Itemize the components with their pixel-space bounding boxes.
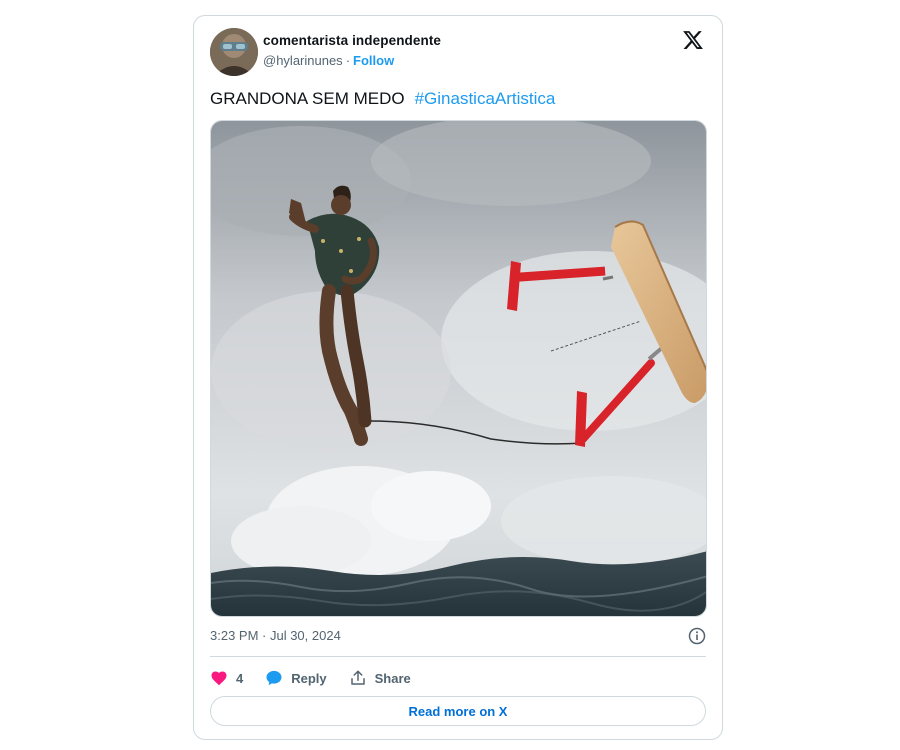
tweet-actions: 4 Reply Share xyxy=(210,666,433,690)
divider xyxy=(210,656,706,657)
author-name[interactable]: comentarista independente xyxy=(263,33,441,48)
share-icon xyxy=(350,670,365,685)
tweet-body: GRANDONA SEM MEDO xyxy=(210,89,405,108)
reply-button[interactable]: Reply xyxy=(265,669,327,687)
handle-separator: · xyxy=(345,53,351,68)
author-handle[interactable]: @hylarinunes xyxy=(263,53,343,68)
reply-label: Reply xyxy=(291,670,327,686)
info-icon[interactable] xyxy=(688,627,706,645)
tweet-media-image[interactable] xyxy=(210,120,707,617)
share-button[interactable]: Share xyxy=(349,669,411,687)
heart-icon xyxy=(211,671,227,686)
embedded-tweet-card: comentarista independente @hylarinunes · F… xyxy=(193,15,723,740)
x-logo-icon[interactable] xyxy=(682,29,706,53)
like-count: 4 xyxy=(236,670,244,686)
follow-button[interactable]: Follow xyxy=(353,53,394,68)
tweet-text: GRANDONA SEM MEDO #GinasticaArtistica xyxy=(210,89,555,109)
speech-bubble-icon xyxy=(266,670,282,686)
author-avatar[interactable] xyxy=(210,28,258,76)
like-button[interactable]: 4 xyxy=(210,669,243,687)
hashtag-link[interactable]: #GinasticaArtistica xyxy=(415,89,556,108)
tweet-timestamp[interactable]: 3:23 PM · Jul 30, 2024 xyxy=(210,628,341,643)
author-handle-row: @hylarinunes · Follow xyxy=(263,53,394,68)
read-more-button[interactable]: Read more on X xyxy=(210,696,706,726)
share-label: Share xyxy=(374,670,411,686)
